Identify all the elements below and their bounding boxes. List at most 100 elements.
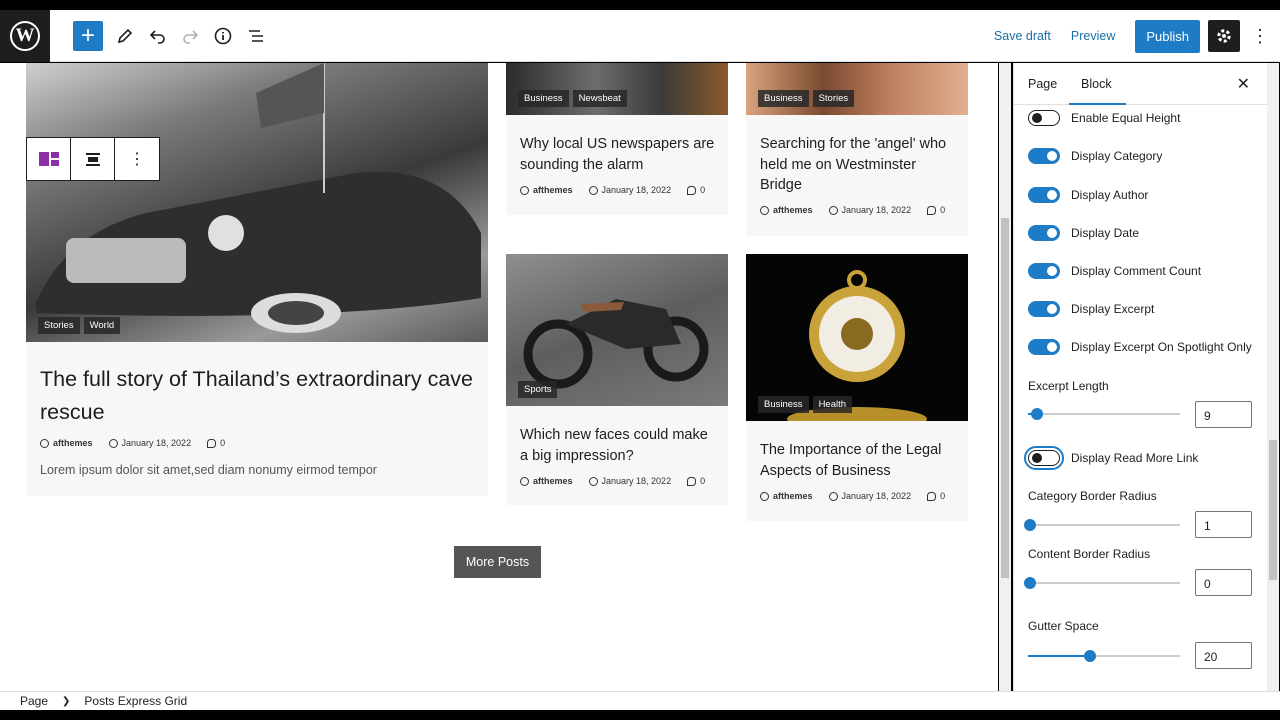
toggle-switch[interactable] — [1024, 446, 1064, 470]
category-tags: Business Newsbeat — [518, 90, 627, 107]
content-radius-input[interactable]: 0 — [1195, 569, 1252, 596]
scrollbar-thumb[interactable] — [1001, 218, 1009, 578]
post-date: January 18, 2022 — [841, 491, 912, 501]
tools-button[interactable] — [110, 21, 140, 51]
save-draft-button[interactable]: Save draft — [994, 29, 1051, 43]
category-tag[interactable]: World — [83, 317, 121, 334]
category-tag[interactable]: Business — [758, 396, 809, 413]
toggle-switch[interactable] — [1028, 263, 1060, 279]
post-card[interactable]: Business Stories Searching for the 'ange… — [746, 63, 968, 236]
more-vertical-icon: ⋮ — [129, 151, 145, 168]
preview-button[interactable]: Preview — [1071, 29, 1115, 43]
post-card-spotlight[interactable]: Stories World The full story of Thailand… — [26, 63, 488, 496]
align-button[interactable] — [71, 138, 115, 180]
slider-handle[interactable] — [1024, 519, 1036, 531]
author-name[interactable]: afthemes — [773, 491, 813, 501]
post-title[interactable]: Which new faces could make a big impress… — [520, 425, 718, 466]
toggle-display-category[interactable]: Display Category — [1028, 148, 1162, 164]
toggle-switch[interactable] — [1028, 225, 1060, 241]
toggle-display-author[interactable]: Display Author — [1028, 187, 1148, 203]
post-title[interactable]: The Importance of the Legal Aspects of B… — [760, 440, 958, 481]
comment-count: 0 — [700, 476, 706, 486]
post-card[interactable]: Business Newsbeat Why local US newspaper… — [506, 63, 728, 215]
author-name[interactable]: afthemes — [773, 205, 813, 215]
comment-count: 0 — [700, 185, 706, 195]
publish-button[interactable]: Publish — [1135, 19, 1200, 53]
slider-handle[interactable] — [1024, 577, 1036, 589]
category-tag[interactable]: Business — [758, 90, 809, 107]
category-tag[interactable]: Stories — [812, 90, 855, 107]
author-name[interactable]: afthemes — [533, 476, 573, 486]
post-title[interactable]: Why local US newspapers are sounding the… — [520, 134, 718, 175]
category-tag[interactable]: Newsbeat — [572, 90, 627, 107]
toggle-display-comment-count[interactable]: Display Comment Count — [1028, 263, 1201, 279]
options-menu-icon[interactable]: ⋮ — [1248, 26, 1272, 47]
category-radius-slider[interactable] — [1024, 519, 1180, 531]
align-icon — [85, 153, 100, 166]
details-button[interactable] — [208, 21, 238, 51]
tab-block[interactable]: Block — [1069, 77, 1125, 105]
toggle-switch[interactable] — [1028, 148, 1060, 164]
breadcrumb-root[interactable]: Page — [20, 694, 48, 708]
clock-icon — [108, 438, 118, 448]
settings-button[interactable] — [1208, 20, 1240, 52]
breadcrumb: Page ❯ Posts Express Grid — [0, 691, 1280, 710]
toggle-switch[interactable] — [1028, 301, 1060, 317]
toggle-excerpt-spotlight-only[interactable]: Display Excerpt On Spotlight Only — [1028, 339, 1252, 355]
post-card[interactable]: Sports Which new faces could make a big … — [506, 254, 728, 505]
redo-button[interactable] — [175, 21, 205, 51]
toggle-switch[interactable] — [1028, 110, 1060, 126]
author-name[interactable]: afthemes — [53, 438, 93, 448]
list-view-button[interactable] — [241, 21, 271, 51]
close-icon[interactable]: ✕ — [1237, 74, 1250, 94]
comment-icon — [927, 205, 937, 215]
content-radius-slider[interactable] — [1024, 577, 1180, 589]
toggle-equal-height[interactable]: Enable Equal Height — [1028, 110, 1180, 126]
sidebar-scrollbar[interactable] — [1267, 63, 1279, 691]
gutter-space-input[interactable]: 20 — [1195, 642, 1252, 669]
post-title[interactable]: The full story of Thailand’s extraordina… — [40, 363, 478, 429]
category-tag[interactable]: Stories — [38, 317, 80, 334]
post-meta: afthemes January 18, 2022 0 — [520, 185, 705, 195]
toggle-switch[interactable] — [1028, 339, 1060, 355]
gutter-space-slider[interactable] — [1028, 650, 1180, 662]
clock-icon — [828, 205, 838, 215]
post-card[interactable]: Business Health The Importance of the Le… — [746, 254, 968, 521]
tab-page[interactable]: Page — [1028, 77, 1057, 91]
undo-button[interactable] — [143, 21, 173, 51]
post-title[interactable]: Searching for the 'angel' who held me on… — [760, 134, 958, 196]
toggle-display-excerpt[interactable]: Display Excerpt — [1028, 301, 1154, 317]
toggle-display-date[interactable]: Display Date — [1028, 225, 1139, 241]
slider-handle[interactable] — [1084, 650, 1096, 662]
add-block-button[interactable]: + — [73, 21, 103, 51]
author-icon — [760, 205, 769, 215]
author-name[interactable]: afthemes — [533, 185, 573, 195]
scrollbar-thumb[interactable] — [1269, 440, 1277, 580]
category-tag[interactable]: Health — [812, 396, 853, 413]
toggle-read-more-link[interactable]: Display Read More Link — [1024, 446, 1198, 470]
redo-icon — [183, 30, 199, 44]
toggle-switch[interactable] — [1028, 187, 1060, 203]
category-tag[interactable]: Sports — [518, 381, 558, 398]
clock-icon — [588, 185, 598, 195]
more-posts-button[interactable]: More Posts — [454, 546, 541, 578]
breadcrumb-current[interactable]: Posts Express Grid — [84, 694, 187, 708]
editor-top-bar: W + Save draft Preview Publish ⋮ — [0, 10, 1280, 62]
author-icon — [760, 491, 769, 501]
canvas-scrollbar[interactable] — [999, 63, 1011, 691]
comment-icon — [687, 476, 697, 486]
block-type-button[interactable] — [27, 138, 71, 180]
category-tag[interactable]: Business — [518, 90, 569, 107]
category-radius-input[interactable]: 1 — [1195, 511, 1252, 538]
more-options-button[interactable]: ⋮ — [115, 138, 159, 180]
slider-handle[interactable] — [1031, 408, 1043, 420]
excerpt-length-slider[interactable] — [1028, 408, 1180, 420]
clock-icon — [828, 491, 838, 501]
classic-car-image — [36, 63, 481, 333]
grid-block-icon — [38, 152, 59, 166]
editor-canvas: Stories World The full story of Thailand… — [0, 63, 998, 691]
excerpt-length-input[interactable]: 9 — [1195, 401, 1252, 428]
block-toolbar: ⋮ — [26, 137, 160, 181]
toggle-label: Display Author — [1071, 188, 1149, 202]
wordpress-logo-button[interactable]: W — [0, 10, 50, 62]
